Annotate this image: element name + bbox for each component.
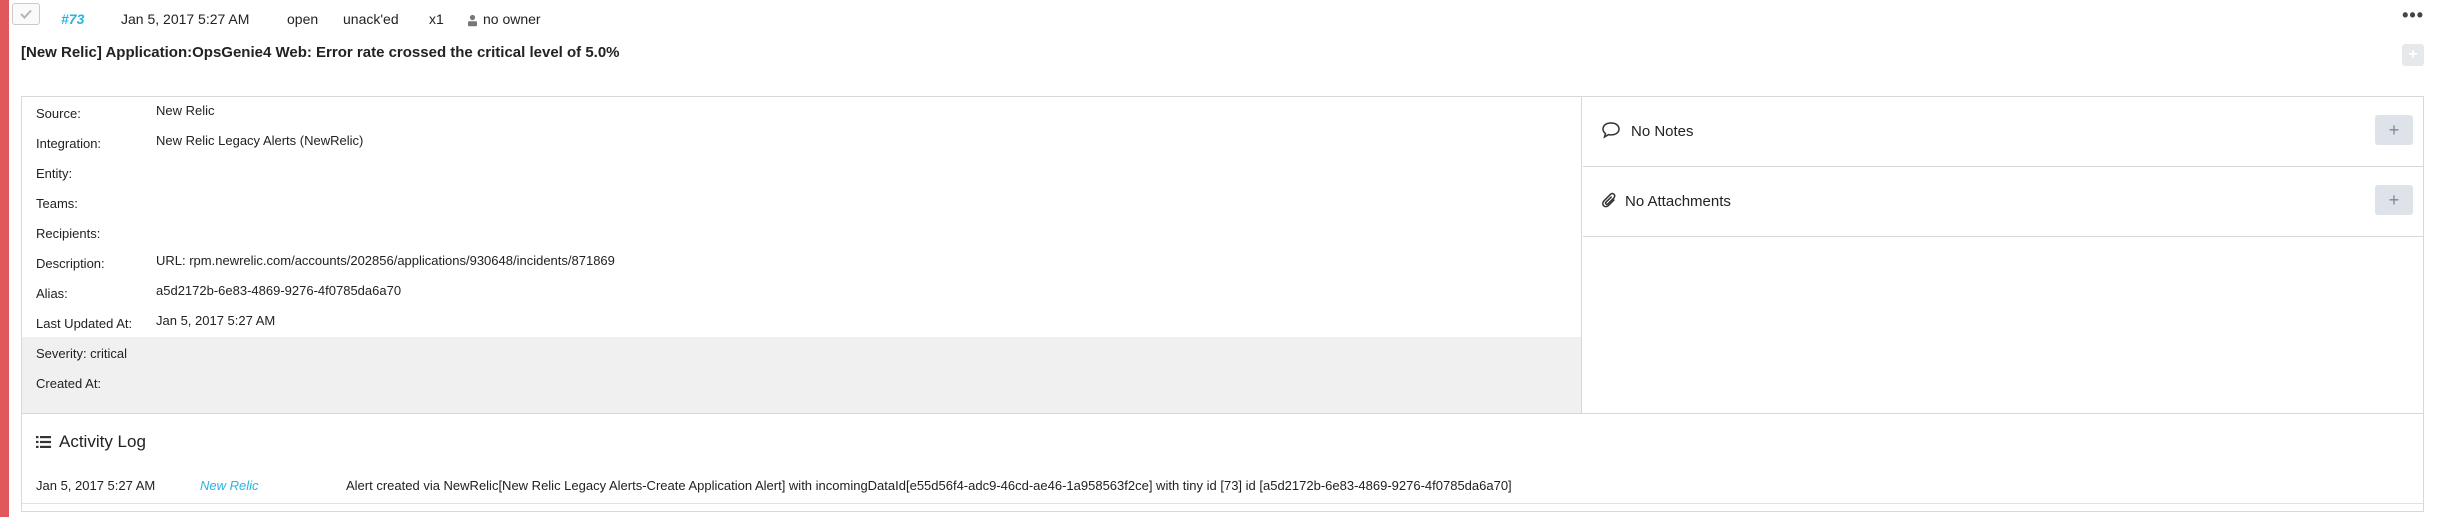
- field-value: New Relic: [156, 103, 215, 118]
- ack-state: unack'ed: [343, 11, 399, 27]
- field-row-entity: Entity:: [22, 157, 1581, 187]
- notes-label: No Notes: [1631, 123, 1694, 140]
- alert-created-time: Jan 5, 2017 5:27 AM: [121, 11, 250, 27]
- field-label: Teams:: [36, 196, 78, 211]
- owner-field[interactable]: no owner: [467, 10, 541, 28]
- add-note-button[interactable]: +: [2375, 115, 2413, 145]
- add-tag-button[interactable]: +: [2402, 44, 2424, 66]
- add-attachment-button[interactable]: +: [2375, 185, 2413, 215]
- field-label: Alias:: [36, 286, 68, 301]
- notes-section: No Notes +: [1583, 97, 2423, 167]
- activity-log-header: Activity Log: [36, 432, 146, 452]
- field-label: Created At:: [36, 376, 102, 391]
- alert-count: x1: [429, 11, 444, 27]
- field-label: Entity:: [36, 166, 73, 181]
- field-label: Recipients:: [36, 226, 101, 241]
- attachments-section: No Attachments +: [1583, 167, 2423, 237]
- alert-details-panel: Source: New Relic Integration: New Relic…: [21, 96, 2424, 512]
- list-icon: [36, 436, 51, 448]
- owner-label: no owner: [483, 11, 541, 27]
- user-icon: [468, 14, 477, 26]
- alert-title: [New Relic] Application:OpsGenie4 Web: E…: [21, 44, 620, 61]
- notes-attachments-panel: No Notes + No Attachments +: [1583, 97, 2423, 413]
- field-label: Description:: [36, 256, 105, 271]
- log-time: Jan 5, 2017 5:27 AM: [36, 478, 156, 493]
- field-label: Integration:: [36, 136, 102, 151]
- field-row-description: Description: URL: rpm.newrelic.com/accou…: [22, 247, 1581, 277]
- field-row-alias: Alias: a5d2172b-6e83-4869-9276-4f0785da6…: [22, 277, 1581, 307]
- select-checkbox[interactable]: [12, 3, 40, 25]
- more-options-button[interactable]: •••: [2402, 6, 2424, 24]
- alert-header: #73 Jan 5, 2017 5:27 AM open unack'ed x1…: [9, 0, 2438, 38]
- log-message: Alert created via NewRelic[New Relic Leg…: [346, 478, 1512, 493]
- field-row-source: Source: New Relic: [22, 97, 1581, 127]
- attachments-label: No Attachments: [1625, 193, 1731, 210]
- field-row-recipients: Recipients:: [22, 217, 1581, 247]
- alert-status: open: [287, 11, 319, 27]
- field-row-integration: Integration: New Relic Legacy Alerts (Ne…: [22, 127, 1581, 157]
- field-value: a5d2172b-6e83-4869-9276-4f0785da6a70: [156, 283, 402, 298]
- activity-log: Activity Log Jan 5, 2017 5:27 AM New Rel…: [22, 413, 2423, 511]
- field-row-last-updated: Last Updated At: Jan 5, 2017 5:27 AM: [22, 307, 1581, 337]
- alert-id-link[interactable]: #73: [61, 10, 84, 28]
- field-value: URL: rpm.newrelic.com/accounts/202856/ap…: [156, 253, 615, 268]
- check-icon: [20, 9, 32, 19]
- log-source-link[interactable]: New Relic: [200, 478, 259, 493]
- details-table: Source: New Relic Integration: New Relic…: [22, 97, 1582, 413]
- severity-accent-bar: [0, 0, 9, 517]
- field-row-severity: Severity: critical: [22, 337, 1581, 367]
- activity-log-title: Activity Log: [59, 432, 146, 451]
- field-value: New Relic Legacy Alerts (NewRelic): [156, 133, 364, 148]
- comment-icon: [1602, 122, 1620, 139]
- field-value: Jan 5, 2017 5:27 AM: [156, 313, 276, 328]
- paperclip-icon: [1602, 192, 1616, 208]
- alert-card: #73 Jan 5, 2017 5:27 AM open unack'ed x1…: [9, 0, 2438, 517]
- field-label: Last Updated At:: [36, 316, 133, 331]
- field-row-teams: Teams:: [22, 187, 1581, 217]
- field-row-created-at: Created At:: [22, 367, 1581, 413]
- activity-log-entry: Jan 5, 2017 5:27 AM New Relic Alert crea…: [22, 466, 2423, 504]
- field-label: Severity: critical: [36, 346, 128, 361]
- field-label: Source:: [36, 106, 81, 121]
